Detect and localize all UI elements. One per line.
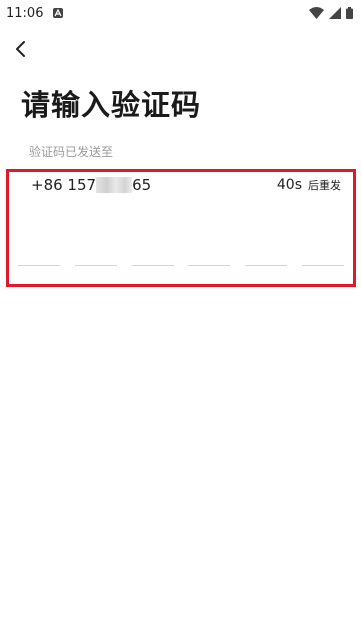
notification-a-icon xyxy=(53,8,64,18)
chevron-left-icon xyxy=(16,41,25,57)
code-slot[interactable] xyxy=(18,222,60,266)
status-time: 11:06 xyxy=(6,5,44,21)
code-slot[interactable] xyxy=(188,222,231,266)
page-title: 请输入验证码 xyxy=(21,88,202,122)
back-button[interactable] xyxy=(8,36,34,62)
code-slot[interactable] xyxy=(245,222,288,266)
phone-mask xyxy=(96,177,133,193)
resend-countdown: 40s xyxy=(276,177,302,193)
status-bar: 11:06 xyxy=(0,0,361,26)
sent-to-label: 验证码已发送至 xyxy=(29,145,114,159)
battery-icon xyxy=(346,7,353,19)
code-slot[interactable] xyxy=(74,222,117,266)
wifi-icon xyxy=(309,7,324,19)
code-input[interactable] xyxy=(18,222,344,266)
resend-label: 后重发 xyxy=(308,179,341,192)
phone-prefix: +86 157 xyxy=(31,176,97,194)
code-slot[interactable] xyxy=(301,222,344,266)
status-right xyxy=(309,7,353,19)
resend-button[interactable]: 40s 后重发 xyxy=(277,177,341,193)
status-left: 11:06 xyxy=(6,5,64,21)
phone-number: +86 157 65 xyxy=(31,176,151,194)
cellular-signal-icon xyxy=(329,7,341,19)
code-slot[interactable] xyxy=(131,222,174,266)
phone-suffix: 65 xyxy=(132,176,152,194)
